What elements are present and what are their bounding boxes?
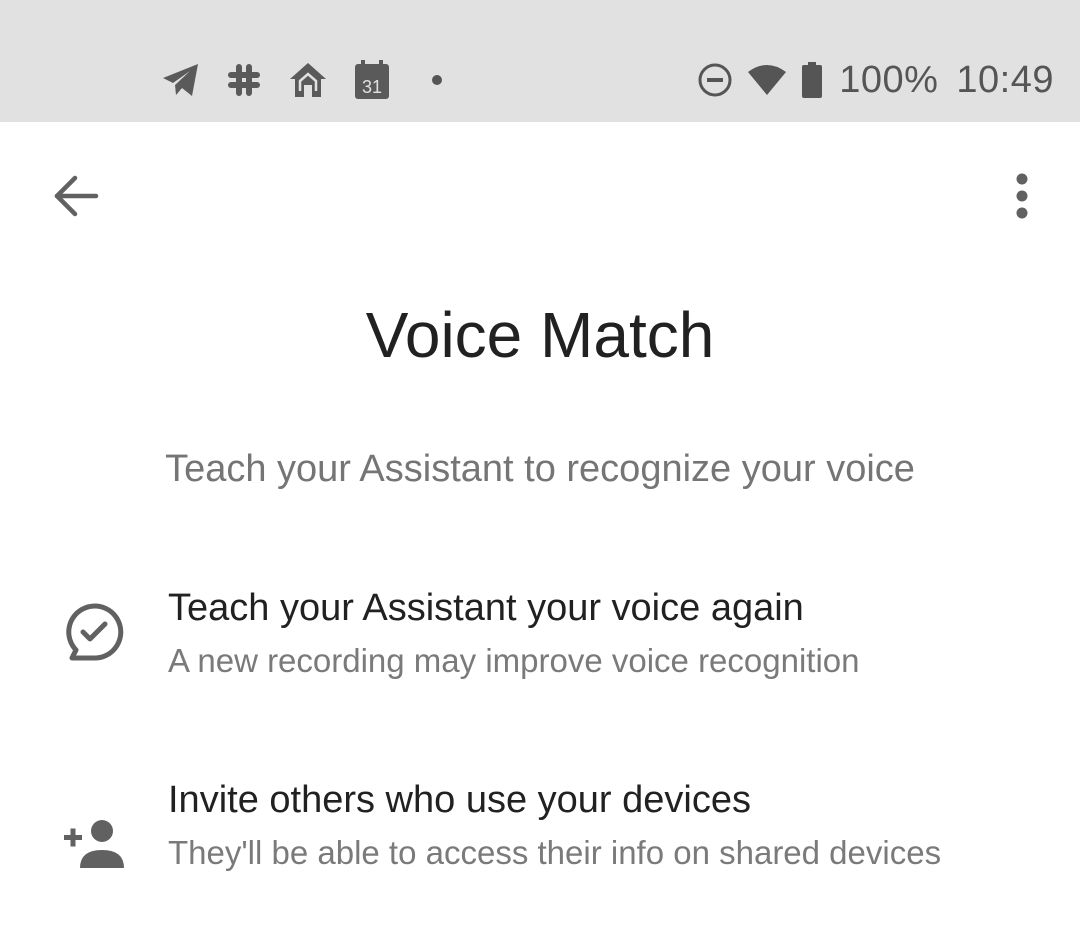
page-title: Voice Match xyxy=(365,299,715,371)
wifi-icon xyxy=(747,64,787,96)
system-status: 100% 10:49 xyxy=(697,58,1054,102)
telegram-icon xyxy=(162,63,200,97)
invite-others-title: Invite others who use your devices xyxy=(168,779,751,821)
retrain-voice-item[interactable]: Teach your Assistant your voice again A … xyxy=(0,586,1080,706)
notification-icons: 31 xyxy=(162,58,442,102)
more-vert-icon xyxy=(1016,173,1028,219)
slack-icon xyxy=(226,62,262,98)
page-subtitle: Teach your Assistant to recognize your v… xyxy=(165,448,915,490)
calendar-icon: 31 xyxy=(354,60,390,100)
do-not-disturb-icon xyxy=(697,62,733,98)
retrain-voice-title: Teach your Assistant your voice again xyxy=(168,587,804,629)
more-options-button[interactable] xyxy=(992,166,1052,226)
home-icon xyxy=(288,61,328,99)
arrow-back-icon xyxy=(54,175,99,217)
battery-percentage: 100% xyxy=(839,59,939,101)
invite-others-description: They'll be able to access their info on … xyxy=(168,834,942,871)
clock: 10:49 xyxy=(956,59,1054,101)
more-notifications-dot xyxy=(432,75,442,85)
retrain-voice-description: A new recording may improve voice recogn… xyxy=(168,642,860,679)
status-bar: 31 100% 10:49 xyxy=(0,0,1080,122)
battery-icon xyxy=(801,62,823,98)
calendar-day-label: 31 xyxy=(362,77,382,97)
invite-others-text: Invite others who use your devices They'… xyxy=(168,778,1040,874)
back-button[interactable] xyxy=(46,166,106,226)
invite-others-item[interactable]: Invite others who use your devices They'… xyxy=(0,778,1080,928)
retrain-voice-text: Teach your Assistant your voice again A … xyxy=(168,586,1040,682)
